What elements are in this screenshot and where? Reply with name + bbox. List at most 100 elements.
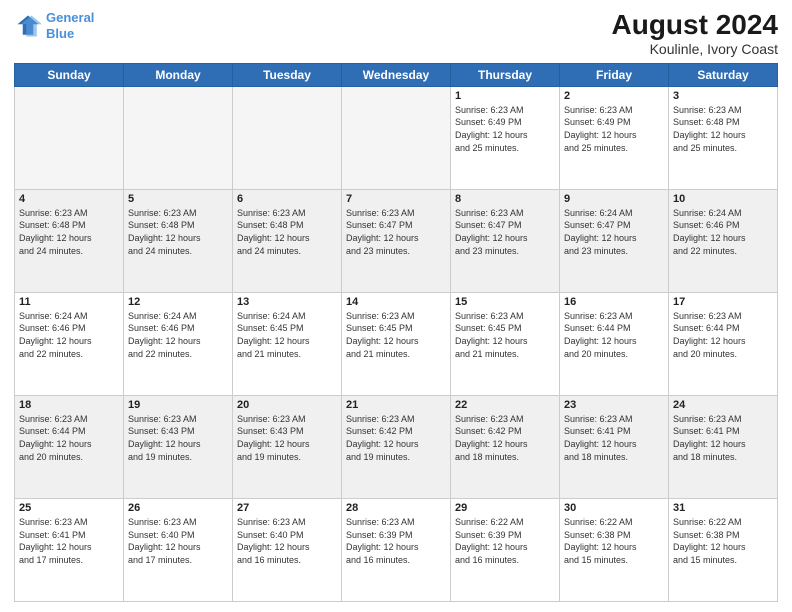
calendar-cell: 1Sunrise: 6:23 AM Sunset: 6:49 PM Daylig… [451,86,560,189]
day-number: 24 [673,399,773,411]
calendar-cell: 31Sunrise: 6:22 AM Sunset: 6:38 PM Dayli… [669,498,778,601]
day-info: Sunrise: 6:23 AM Sunset: 6:44 PM Dayligh… [673,310,773,360]
page: General Blue August 2024 Koulinle, Ivory… [0,0,792,612]
day-number: 3 [673,90,773,102]
day-info: Sunrise: 6:24 AM Sunset: 6:47 PM Dayligh… [564,207,664,257]
day-info: Sunrise: 6:23 AM Sunset: 6:44 PM Dayligh… [19,413,119,463]
calendar-cell: 17 Sunrise: 6:23 AM Sunset: 6:44 PM Dayli… [669,292,778,395]
day-info: Sunrise: 6:23 AM Sunset: 6:43 PM Dayligh… [128,413,228,463]
calendar-cell: 15 Sunrise: 6:23 AM Sunset: 6:45 PM Dayli… [451,292,560,395]
day-number: 10 [673,193,773,205]
calendar-header: Sunday Monday Tuesday Wednesday Thursday… [15,63,778,86]
calendar-cell: 7 Sunrise: 6:23 AM Sunset: 6:47 PM Daylig… [342,189,451,292]
calendar-table: Sunday Monday Tuesday Wednesday Thursday… [14,63,778,602]
calendar-cell: 19 Sunrise: 6:23 AM Sunset: 6:43 PM Dayli… [124,395,233,498]
calendar-cell: 18 Sunrise: 6:23 AM Sunset: 6:44 PM Dayli… [15,395,124,498]
day-info: Sunrise: 6:24 AM Sunset: 6:46 PM Dayligh… [128,310,228,360]
day-number: 6 [237,193,337,205]
calendar-cell [342,86,451,189]
day-info: Sunrise: 6:22 AM Sunset: 6:38 PM Dayligh… [673,516,773,566]
day-info: Sunrise: 6:23 AM Sunset: 6:41 PM Dayligh… [673,413,773,463]
day-number: 30 [564,502,664,514]
calendar-cell: 2Sunrise: 6:23 AM Sunset: 6:49 PM Daylig… [560,86,669,189]
calendar-cell: 9 Sunrise: 6:24 AM Sunset: 6:47 PM Daylig… [560,189,669,292]
day-number: 20 [237,399,337,411]
day-info: Sunrise: 6:22 AM Sunset: 6:39 PM Dayligh… [455,516,555,566]
logo-text: General Blue [46,10,94,41]
day-number: 22 [455,399,555,411]
day-info: Sunrise: 6:23 AM Sunset: 6:48 PM Dayligh… [128,207,228,257]
calendar-cell [233,86,342,189]
calendar-cell: 25Sunrise: 6:23 AM Sunset: 6:41 PM Dayli… [15,498,124,601]
day-number: 14 [346,296,446,308]
day-number: 16 [564,296,664,308]
day-info: Sunrise: 6:23 AM Sunset: 6:45 PM Dayligh… [455,310,555,360]
day-info: Sunrise: 6:23 AM Sunset: 6:49 PM Dayligh… [564,104,664,154]
day-number: 27 [237,502,337,514]
day-number: 4 [19,193,119,205]
header-row: Sunday Monday Tuesday Wednesday Thursday… [15,63,778,86]
header: General Blue August 2024 Koulinle, Ivory… [14,10,778,57]
calendar-week-1: 1 Sunrise: 6:23 AM Sunset: 6:49 PM Daylig… [15,86,778,189]
day-info: Sunrise: 6:23 AM Sunset: 6:43 PM Dayligh… [237,413,337,463]
day-number: 15 [455,296,555,308]
calendar-cell [15,86,124,189]
day-info: Sunrise: 6:23 AM Sunset: 6:45 PM Dayligh… [346,310,446,360]
calendar-cell: 20 Sunrise: 6:23 AM Sunset: 6:43 PM Dayli… [233,395,342,498]
header-sunday: Sunday [15,63,124,86]
day-info: Sunrise: 6:23 AM Sunset: 6:48 PM Dayligh… [237,207,337,257]
day-number: 5 [128,193,228,205]
subtitle: Koulinle, Ivory Coast [612,41,779,57]
day-info: Sunrise: 6:23 AM Sunset: 6:48 PM Dayligh… [19,207,119,257]
day-info: Sunrise: 6:23 AM Sunset: 6:44 PM Dayligh… [564,310,664,360]
day-info: Sunrise: 6:23 AM Sunset: 6:40 PM Dayligh… [128,516,228,566]
day-info: Sunrise: 6:24 AM Sunset: 6:46 PM Dayligh… [19,310,119,360]
calendar-cell: 5 Sunrise: 6:23 AM Sunset: 6:48 PM Daylig… [124,189,233,292]
calendar-cell: 24 Sunrise: 6:23 AM Sunset: 6:41 PM Dayli… [669,395,778,498]
calendar-week-5: 25Sunrise: 6:23 AM Sunset: 6:41 PM Dayli… [15,498,778,601]
day-number: 1 [455,90,555,102]
calendar-cell: 22 Sunrise: 6:23 AM Sunset: 6:42 PM Dayli… [451,395,560,498]
day-number: 17 [673,296,773,308]
day-info: Sunrise: 6:22 AM Sunset: 6:38 PM Dayligh… [564,516,664,566]
calendar-cell: 8Sunrise: 6:23 AM Sunset: 6:47 PM Daylig… [451,189,560,292]
day-number: 9 [564,193,664,205]
calendar-cell: 10 Sunrise: 6:24 AM Sunset: 6:46 PM Dayli… [669,189,778,292]
day-number: 28 [346,502,446,514]
logo: General Blue [14,10,94,41]
header-monday: Monday [124,63,233,86]
calendar-cell: 3 Sunrise: 6:23 AM Sunset: 6:48 PM Daylig… [669,86,778,189]
day-number: 25 [19,502,119,514]
day-info: Sunrise: 6:23 AM Sunset: 6:47 PM Dayligh… [346,207,446,257]
day-number: 7 [346,193,446,205]
calendar-body: 1 Sunrise: 6:23 AM Sunset: 6:49 PM Daylig… [15,86,778,601]
calendar-cell: 14 Sunrise: 6:23 AM Sunset: 6:45 PM Dayli… [342,292,451,395]
day-info: Sunrise: 6:23 AM Sunset: 6:47 PM Dayligh… [455,207,555,257]
day-info: Sunrise: 6:23 AM Sunset: 6:42 PM Dayligh… [455,413,555,463]
header-tuesday: Tuesday [233,63,342,86]
day-number: 19 [128,399,228,411]
calendar-cell: 30 Sunrise: 6:22 AM Sunset: 6:38 PM Dayli… [560,498,669,601]
header-wednesday: Wednesday [342,63,451,86]
calendar-cell: 4 Sunrise: 6:23 AM Sunset: 6:48 PM Daylig… [15,189,124,292]
calendar-cell: 27 Sunrise: 6:23 AM Sunset: 6:40 PM Dayli… [233,498,342,601]
day-number: 18 [19,399,119,411]
logo-icon [14,12,42,40]
calendar-cell: 29 Sunrise: 6:22 AM Sunset: 6:39 PM Dayli… [451,498,560,601]
header-saturday: Saturday [669,63,778,86]
calendar-week-4: 18 Sunrise: 6:23 AM Sunset: 6:44 PM Dayli… [15,395,778,498]
day-number: 26 [128,502,228,514]
calendar-cell: 16 Sunrise: 6:23 AM Sunset: 6:44 PM Dayli… [560,292,669,395]
day-info: Sunrise: 6:23 AM Sunset: 6:40 PM Dayligh… [237,516,337,566]
header-thursday: Thursday [451,63,560,86]
day-number: 12 [128,296,228,308]
day-info: Sunrise: 6:23 AM Sunset: 6:48 PM Dayligh… [673,104,773,154]
calendar-cell: 6 Sunrise: 6:23 AM Sunset: 6:48 PM Daylig… [233,189,342,292]
calendar-cell: 21Sunrise: 6:23 AM Sunset: 6:42 PM Dayli… [342,395,451,498]
day-info: Sunrise: 6:24 AM Sunset: 6:46 PM Dayligh… [673,207,773,257]
calendar-cell: 28Sunrise: 6:23 AM Sunset: 6:39 PM Dayli… [342,498,451,601]
calendar-cell: 13Sunrise: 6:24 AM Sunset: 6:45 PM Dayli… [233,292,342,395]
day-number: 29 [455,502,555,514]
day-info: Sunrise: 6:24 AM Sunset: 6:45 PM Dayligh… [237,310,337,360]
day-number: 11 [19,296,119,308]
